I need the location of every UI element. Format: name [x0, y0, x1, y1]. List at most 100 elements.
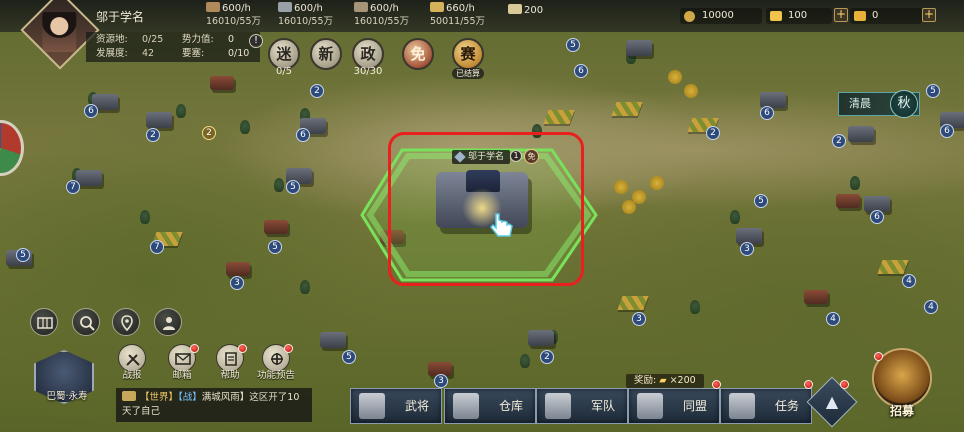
add-gold-bar-button[interactable]: + [922, 8, 936, 22]
map-button[interactable] [30, 308, 58, 336]
season-indicator: 秋 [890, 90, 918, 118]
competition-button[interactable]: 赛 [452, 38, 484, 70]
tile-level[interactable]: 5 [268, 240, 282, 254]
tasks-button[interactable]: 任务 [720, 388, 812, 424]
wood-amount: 16010/55万 [206, 16, 262, 27]
gold-bars[interactable]: 0 [850, 8, 922, 24]
expand-notification-dot [840, 380, 849, 389]
grain-icon [430, 2, 444, 12]
wood-rate: 600/h [222, 3, 251, 14]
search-button[interactable] [72, 308, 100, 336]
troops-button[interactable] [154, 308, 182, 336]
resource-land-label: 资源地: [96, 34, 128, 45]
battle-report-icon [126, 354, 140, 366]
development-label: 发展度: [96, 48, 128, 59]
world-map[interactable]: 6 2 2 6 6 5 2 6 2 7 5 6 5 5 7 6 3 3 4 3 … [0, 0, 964, 432]
army-label: 军队 [590, 399, 615, 413]
fortress-value: 0/10 [228, 48, 250, 59]
truce-button[interactable]: 免 [402, 38, 434, 70]
alliance-icon [637, 393, 663, 419]
gold-ingots[interactable]: 100 [766, 8, 832, 24]
power-value: 0 [228, 34, 235, 45]
tile-level[interactable]: 5 [16, 248, 30, 262]
tutorial-highlight-frame [388, 132, 584, 286]
army-icon [545, 393, 571, 419]
tile-level[interactable]: 6 [84, 104, 98, 118]
development-value: 42 [142, 48, 155, 59]
tile-level[interactable]: 4 [902, 274, 916, 288]
stone-icon [354, 2, 368, 12]
warehouse-button[interactable]: 仓库 [444, 388, 536, 424]
chat-bubble-icon [122, 391, 136, 401]
copper-coins[interactable]: 10000 [680, 8, 762, 24]
general-icon [359, 393, 385, 419]
search-icon [80, 316, 95, 331]
gold-bar-icon [854, 11, 866, 21]
location-pin-icon [121, 315, 133, 332]
policy-count: 30/30 [353, 66, 383, 77]
tasks-notification-dot [804, 380, 813, 389]
iron-amount: 16010/55万 [278, 16, 334, 27]
alliance-button[interactable]: 同盟 [628, 388, 720, 424]
grain-amount: 50011/55万 [430, 16, 486, 27]
tile-level[interactable]: 5 [754, 194, 768, 208]
tile-level[interactable]: 2 [146, 128, 160, 142]
help-notification-dot [238, 344, 247, 353]
resource-decree[interactable]: 200 [508, 4, 543, 17]
minimap-button[interactable] [0, 120, 24, 176]
iron-rate: 600/h [294, 3, 323, 14]
tile-level[interactable]: 5 [566, 38, 580, 52]
tile-level[interactable]: 2 [832, 134, 846, 148]
tile-level[interactable]: 3 [740, 242, 754, 256]
resource-iron[interactable]: 600/h 16010/55万 [278, 2, 333, 28]
resource-stone[interactable]: 600/h 16010/55万 [354, 2, 409, 28]
generals-button[interactable]: 武将 [350, 388, 442, 424]
warehouse-icon [453, 393, 479, 419]
tile-level[interactable]: 2 [706, 126, 720, 140]
location-button[interactable] [112, 308, 140, 336]
player-info-panel[interactable]: 资源地: 0/25 势力值: 0 发展度: 42 要塞: 0/10 [86, 32, 260, 62]
grain-rate: 660/h [446, 3, 475, 14]
copper-coin-value: 10000 [702, 10, 734, 21]
mail-icon [175, 353, 191, 365]
alliance-label: 同盟 [682, 399, 707, 413]
tile-level[interactable]: 6 [574, 64, 588, 78]
chat-tag: 【战】 [178, 392, 202, 403]
tile-level[interactable]: 2 [202, 126, 216, 140]
reward-amount: ×200 [669, 375, 696, 386]
tile-level[interactable]: 5 [926, 84, 940, 98]
recruit-label: 招募 [889, 404, 914, 418]
tile-level[interactable]: 2 [540, 350, 554, 364]
mail-notification-dot [190, 344, 199, 353]
tile-level[interactable]: 4 [924, 300, 938, 314]
chat-box[interactable]: 【世界】【战】满城风雨】这区开了10天了自己 [116, 388, 312, 422]
gold-ingot-value: 100 [788, 10, 808, 21]
reward-label: 奖励 [634, 375, 654, 386]
tile-level[interactable]: 6 [940, 124, 954, 138]
tile-level[interactable]: 6 [296, 128, 310, 142]
tile-level[interactable]: 7 [150, 240, 164, 254]
generals-label: 武将 [404, 399, 429, 413]
tile-level[interactable]: 4 [826, 312, 840, 326]
info-alert-icon[interactable]: ! [249, 34, 263, 48]
tile-level[interactable]: 3 [632, 312, 646, 326]
tile-level[interactable]: 7 [66, 180, 80, 194]
newbie-button[interactable]: 新 [310, 38, 342, 70]
tile-level[interactable]: 3 [230, 276, 244, 290]
resource-grain[interactable]: 660/h 50011/55万 [430, 2, 485, 28]
task-icon [729, 393, 755, 419]
tile-level[interactable]: 5 [286, 180, 300, 194]
tile-level[interactable]: 2 [310, 84, 324, 98]
army-button[interactable]: 军队 [536, 388, 628, 424]
tile-level[interactable]: 6 [870, 210, 884, 224]
copper-coin-icon [684, 11, 695, 22]
tile-level[interactable]: 3 [434, 374, 448, 388]
recruit-notification-dot [874, 352, 883, 361]
add-gold-ingot-button[interactable]: + [834, 8, 848, 22]
gold-ingot-icon: ▰ [659, 375, 667, 386]
tile-level[interactable]: 6 [760, 106, 774, 120]
resource-wood[interactable]: 600/h 16010/55万 [206, 2, 261, 28]
decree-amount: 200 [524, 5, 544, 16]
preview-notification-dot [284, 344, 293, 353]
tile-level[interactable]: 5 [342, 350, 356, 364]
